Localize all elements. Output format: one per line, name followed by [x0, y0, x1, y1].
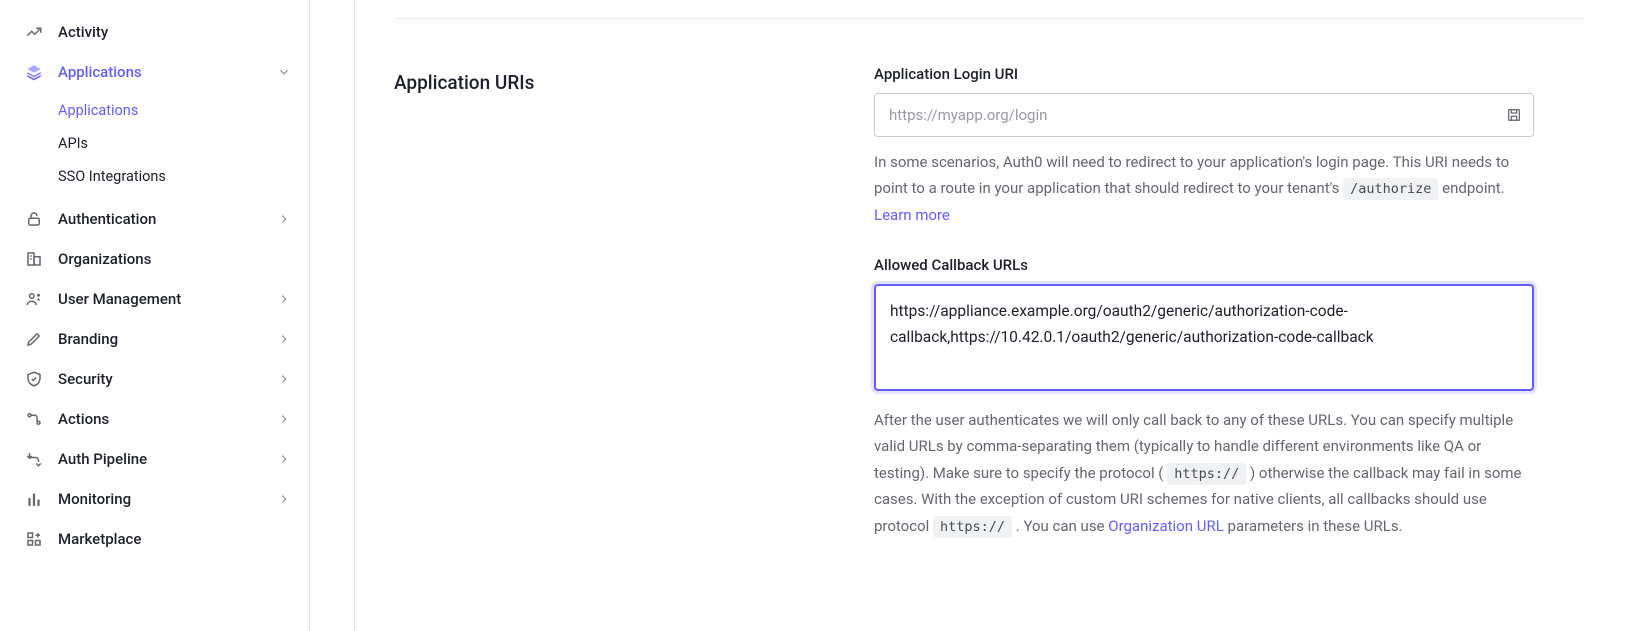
sidebar-item-organizations[interactable]: Organizations [0, 239, 309, 279]
sidebar-item-label: Organizations [58, 250, 151, 268]
sidebar-item-label: Security [58, 370, 113, 388]
sidebar-item-actions[interactable]: Actions [0, 399, 309, 439]
chevron-right-icon [277, 212, 291, 226]
main-content: Application URIs Application Login URI I… [310, 0, 1625, 631]
sidebar-item-label: Actions [58, 410, 109, 428]
sidebar-item-branding[interactable]: Branding [0, 319, 309, 359]
chevron-right-icon [277, 492, 291, 506]
chevron-right-icon [277, 292, 291, 306]
grid-plus-icon [24, 529, 44, 549]
sidebar-item-activity[interactable]: Activity [0, 12, 309, 52]
sidebar-item-label: Branding [58, 330, 118, 348]
shield-icon [24, 369, 44, 389]
sidebar-item-marketplace[interactable]: Marketplace [0, 519, 309, 559]
brush-icon [24, 329, 44, 349]
login-uri-input[interactable] [874, 93, 1534, 137]
applications-icon [24, 62, 44, 82]
sidebar-item-label: Applications [58, 63, 142, 81]
sidebar-item-user-management[interactable]: User Management [0, 279, 309, 319]
sidebar-item-security[interactable]: Security [0, 359, 309, 399]
sidebar-item-monitoring[interactable]: Monitoring [0, 479, 309, 519]
chevron-down-icon [277, 65, 291, 79]
section-body: Application Login URI In some scenarios,… [874, 65, 1534, 567]
sidebar: Activity Applications Applications APIs … [0, 0, 310, 631]
sidebar-item-label: User Management [58, 290, 181, 308]
activity-icon [24, 22, 44, 42]
learn-more-link[interactable]: Learn more [874, 206, 950, 224]
help-code: https:// [933, 516, 1012, 538]
chevron-right-icon [277, 372, 291, 386]
sidebar-item-label: Monitoring [58, 490, 131, 508]
pipeline-icon [24, 449, 44, 469]
bar-chart-icon [24, 489, 44, 509]
sidebar-item-label: Marketplace [58, 530, 141, 548]
users-icon [24, 289, 44, 309]
sidebar-item-label: Auth Pipeline [58, 450, 147, 468]
sidebar-subitem-applications[interactable]: Applications [0, 94, 309, 127]
sidebar-item-auth-pipeline[interactable]: Auth Pipeline [0, 439, 309, 479]
sidebar-item-applications[interactable]: Applications [0, 52, 309, 92]
organization-url-link[interactable]: Organization URL [1108, 517, 1224, 535]
section-title: Application URIs [394, 65, 834, 567]
callback-urls-textarea[interactable] [874, 284, 1534, 391]
chevron-right-icon [277, 452, 291, 466]
sidebar-subitems-applications: Applications APIs SSO Integrations [0, 92, 309, 199]
callback-urls-help: After the user authenticates we will onl… [874, 407, 1534, 539]
application-uris-section: Application URIs Application Login URI I… [350, 19, 1585, 567]
login-uri-label: Application Login URI [874, 65, 1534, 83]
login-uri-field: Application Login URI In some scenarios,… [874, 65, 1534, 228]
sidebar-subitem-apis[interactable]: APIs [0, 127, 309, 160]
sidebar-item-label: Activity [58, 23, 108, 41]
login-uri-help: In some scenarios, Auth0 will need to re… [874, 149, 1534, 228]
vertical-divider [354, 0, 355, 631]
help-code: https:// [1167, 463, 1246, 485]
help-code: /authorize [1343, 178, 1438, 200]
callback-urls-field: Allowed Callback URLs After the user aut… [874, 256, 1534, 539]
help-text: . You can use [1016, 517, 1108, 535]
sidebar-item-label: Authentication [58, 210, 156, 228]
sidebar-item-authentication[interactable]: Authentication [0, 199, 309, 239]
chevron-right-icon [277, 332, 291, 346]
building-icon [24, 249, 44, 269]
save-disk-icon [1506, 107, 1522, 123]
login-uri-input-wrap [874, 93, 1534, 137]
lock-icon [24, 209, 44, 229]
flow-icon [24, 409, 44, 429]
sidebar-subitem-sso-integrations[interactable]: SSO Integrations [0, 160, 309, 193]
callback-urls-label: Allowed Callback URLs [874, 256, 1534, 274]
help-text: parameters in these URLs. [1228, 517, 1403, 535]
chevron-right-icon [277, 412, 291, 426]
help-text: endpoint. [1442, 179, 1504, 197]
